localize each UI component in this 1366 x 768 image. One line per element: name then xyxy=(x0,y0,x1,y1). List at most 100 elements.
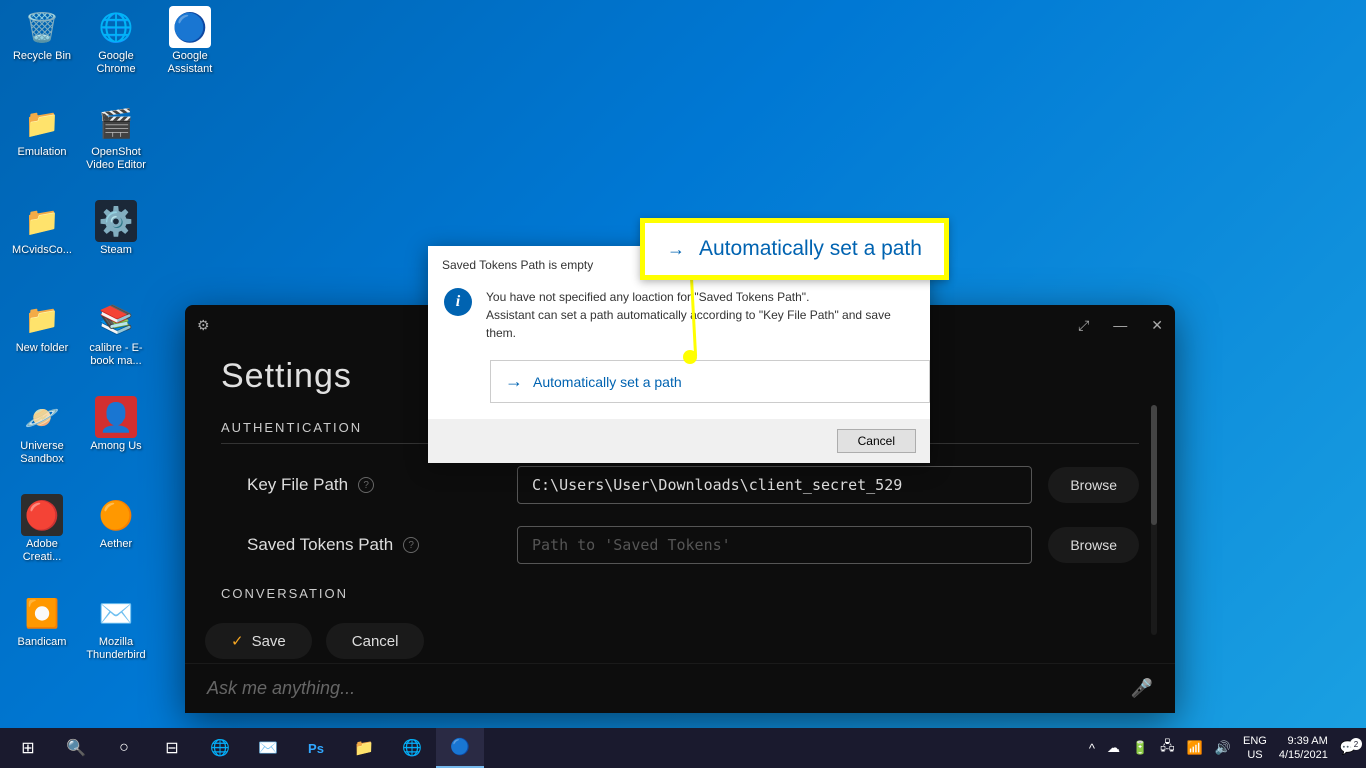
dialog-line1: You have not specified any loaction for … xyxy=(486,288,916,306)
desktop-icon-new-folder[interactable]: 📁New folder xyxy=(6,298,78,355)
app-icon: 👤 xyxy=(95,396,137,438)
desktop-icon-universe-sandbox[interactable]: 🪐Universe Sandbox xyxy=(6,396,78,466)
desktop-icon-emulation[interactable]: 📁 Emulation xyxy=(6,102,78,159)
callout-text: Automatically set a path xyxy=(699,237,922,261)
saved-tokens-label: Saved Tokens Path ? xyxy=(221,535,501,555)
ask-input-placeholder[interactable]: Ask me anything... xyxy=(207,678,355,699)
icon-label: Steam xyxy=(100,244,132,257)
icon-label: OpenShot Video Editor xyxy=(80,146,152,172)
desktop-icon-steam[interactable]: ⚙️ Steam xyxy=(80,200,152,257)
browse-key-file-button[interactable]: Browse xyxy=(1048,467,1139,503)
help-icon[interactable]: ? xyxy=(403,537,419,553)
microphone-icon[interactable]: 🎤 xyxy=(1131,678,1153,699)
desktop-icon-openshot-video-editor[interactable]: 🎬OpenShot Video Editor xyxy=(80,102,152,172)
onedrive-tray-icon[interactable]: ☁ xyxy=(1107,740,1120,756)
network-tray-icon[interactable]: 🖧 xyxy=(1160,737,1175,759)
app-icon: 🌐 xyxy=(95,6,137,48)
desktop-icon-adobe-creati-[interactable]: 🔴Adobe Creati... xyxy=(6,494,78,564)
desktop-icon-mozilla-thunderbird[interactable]: ✉️Mozilla Thunderbird xyxy=(80,592,152,662)
saved-tokens-label-text: Saved Tokens Path xyxy=(247,535,393,555)
system-tray: ^ ☁ 🔋 🖧 📶 🔊 ENG US 9:39 AM 4/15/2021 💬2 xyxy=(1089,734,1362,763)
photoshop-taskbar-icon[interactable]: Ps xyxy=(292,728,340,768)
saved-tokens-input[interactable] xyxy=(517,526,1032,564)
app-icon: ✉️ xyxy=(95,592,137,634)
callout-highlight: → Automatically set a path xyxy=(640,218,949,280)
check-icon: ✓ xyxy=(231,632,244,650)
icon-label: Universe Sandbox xyxy=(6,440,78,466)
close-icon[interactable]: ✕ xyxy=(1151,317,1163,334)
saved-tokens-row: Saved Tokens Path ? Browse xyxy=(221,526,1139,564)
scrollbar-thumb[interactable] xyxy=(1151,405,1157,525)
edge-taskbar-icon[interactable]: 🌐 xyxy=(196,728,244,768)
save-button[interactable]: ✓Save xyxy=(205,623,312,659)
cortana-button[interactable]: ○ xyxy=(100,728,148,768)
clock-time: 9:39 AM xyxy=(1279,734,1328,748)
app-icon: 🎬 xyxy=(95,102,137,144)
icon-label: Google Assistant xyxy=(154,50,226,76)
taskbar: ⊞ 🔍 ○ ⊟ 🌐 ✉️ Ps 📁 🌐 🔵 ^ ☁ 🔋 🖧 📶 🔊 ENG US… xyxy=(0,728,1366,768)
desktop-icon-google-assistant[interactable]: 🔵Google Assistant xyxy=(154,6,226,76)
icon-label: MCvidsCo... xyxy=(12,244,72,257)
app-icon: 🟠 xyxy=(95,494,137,536)
key-file-path-label: Key File Path ? xyxy=(221,475,501,495)
ask-bar[interactable]: Ask me anything... 🎤 xyxy=(185,663,1175,713)
desktop-icon-among-us[interactable]: 👤Among Us xyxy=(80,396,152,453)
dialog-cancel-button[interactable]: Cancel xyxy=(837,429,916,453)
clock[interactable]: 9:39 AM 4/15/2021 xyxy=(1279,734,1328,763)
notifications-button[interactable]: 💬2 xyxy=(1340,740,1356,756)
minimize-icon[interactable]: — xyxy=(1113,317,1127,333)
auto-path-label: Automatically set a path xyxy=(533,374,682,390)
icon-label: Mozilla Thunderbird xyxy=(80,636,152,662)
icon-label: Bandicam xyxy=(18,636,67,649)
icon-label: Google Chrome xyxy=(80,50,152,76)
expand-icon[interactable]: ⤢ xyxy=(1078,317,1089,334)
info-icon: i xyxy=(444,288,472,316)
app-icon: 🪐 xyxy=(21,396,63,438)
task-view-button[interactable]: ⊟ xyxy=(148,728,196,768)
app-icon: 🔵 xyxy=(169,6,211,48)
gear-icon[interactable]: ⚙ xyxy=(197,317,210,334)
icon-label: Emulation xyxy=(18,146,67,159)
search-button[interactable]: 🔍 xyxy=(52,728,100,768)
desktop-icon-bandicam[interactable]: ⏺️ Bandicam xyxy=(6,592,78,649)
assistant-taskbar-icon[interactable]: 🔵 xyxy=(436,728,484,768)
lang-line2: US xyxy=(1243,748,1267,762)
mail-taskbar-icon[interactable]: ✉️ xyxy=(244,728,292,768)
scrollbar[interactable] xyxy=(1151,405,1157,635)
key-file-path-input[interactable] xyxy=(517,466,1032,504)
key-file-label-text: Key File Path xyxy=(247,475,348,495)
wifi-tray-icon[interactable]: 📶 xyxy=(1187,740,1203,756)
app-icon: 🗑️ xyxy=(21,6,63,48)
app-icon: 📁 xyxy=(21,102,63,144)
browse-saved-tokens-button[interactable]: Browse xyxy=(1048,527,1139,563)
app-icon: ⚙️ xyxy=(95,200,137,242)
icon-label: Aether xyxy=(100,538,132,551)
clock-date: 4/15/2021 xyxy=(1279,748,1328,762)
app-icon: 🔴 xyxy=(21,494,63,536)
help-icon[interactable]: ? xyxy=(358,477,374,493)
chrome-taskbar-icon[interactable]: 🌐 xyxy=(388,728,436,768)
icon-label: calibre - E-book ma... xyxy=(80,342,152,368)
automatically-set-path-button[interactable]: → Automatically set a path xyxy=(490,360,930,403)
app-icon: 📁 xyxy=(21,200,63,242)
dialog-message: You have not specified any loaction for … xyxy=(486,288,916,342)
desktop-icon-calibre-e-book-ma-[interactable]: 📚calibre - E-book ma... xyxy=(80,298,152,368)
app-icon: ⏺️ xyxy=(21,592,63,634)
language-indicator[interactable]: ENG US xyxy=(1243,734,1267,763)
section-conversation: CONVERSATION xyxy=(221,586,1139,609)
dialog-footer: Cancel xyxy=(428,419,930,463)
tray-chevron-icon[interactable]: ^ xyxy=(1089,741,1095,756)
desktop-icon-mcvidsco-[interactable]: 📁 MCvidsCo... xyxy=(6,200,78,257)
volume-tray-icon[interactable]: 🔊 xyxy=(1215,740,1231,756)
desktop-icon-recycle-bin[interactable]: 🗑️ Recycle Bin xyxy=(6,6,78,63)
lang-line1: ENG xyxy=(1243,734,1267,748)
notif-count: 2 xyxy=(1350,738,1362,750)
cancel-button[interactable]: Cancel xyxy=(326,623,425,659)
desktop-icon-google-chrome[interactable]: 🌐Google Chrome xyxy=(80,6,152,76)
start-button[interactable]: ⊞ xyxy=(4,728,52,768)
desktop-icon-aether[interactable]: 🟠 Aether xyxy=(80,494,152,551)
battery-tray-icon[interactable]: 🔋 xyxy=(1132,740,1148,756)
app-icon: 📚 xyxy=(95,298,137,340)
icon-label: Recycle Bin xyxy=(13,50,71,63)
explorer-taskbar-icon[interactable]: 📁 xyxy=(340,728,388,768)
